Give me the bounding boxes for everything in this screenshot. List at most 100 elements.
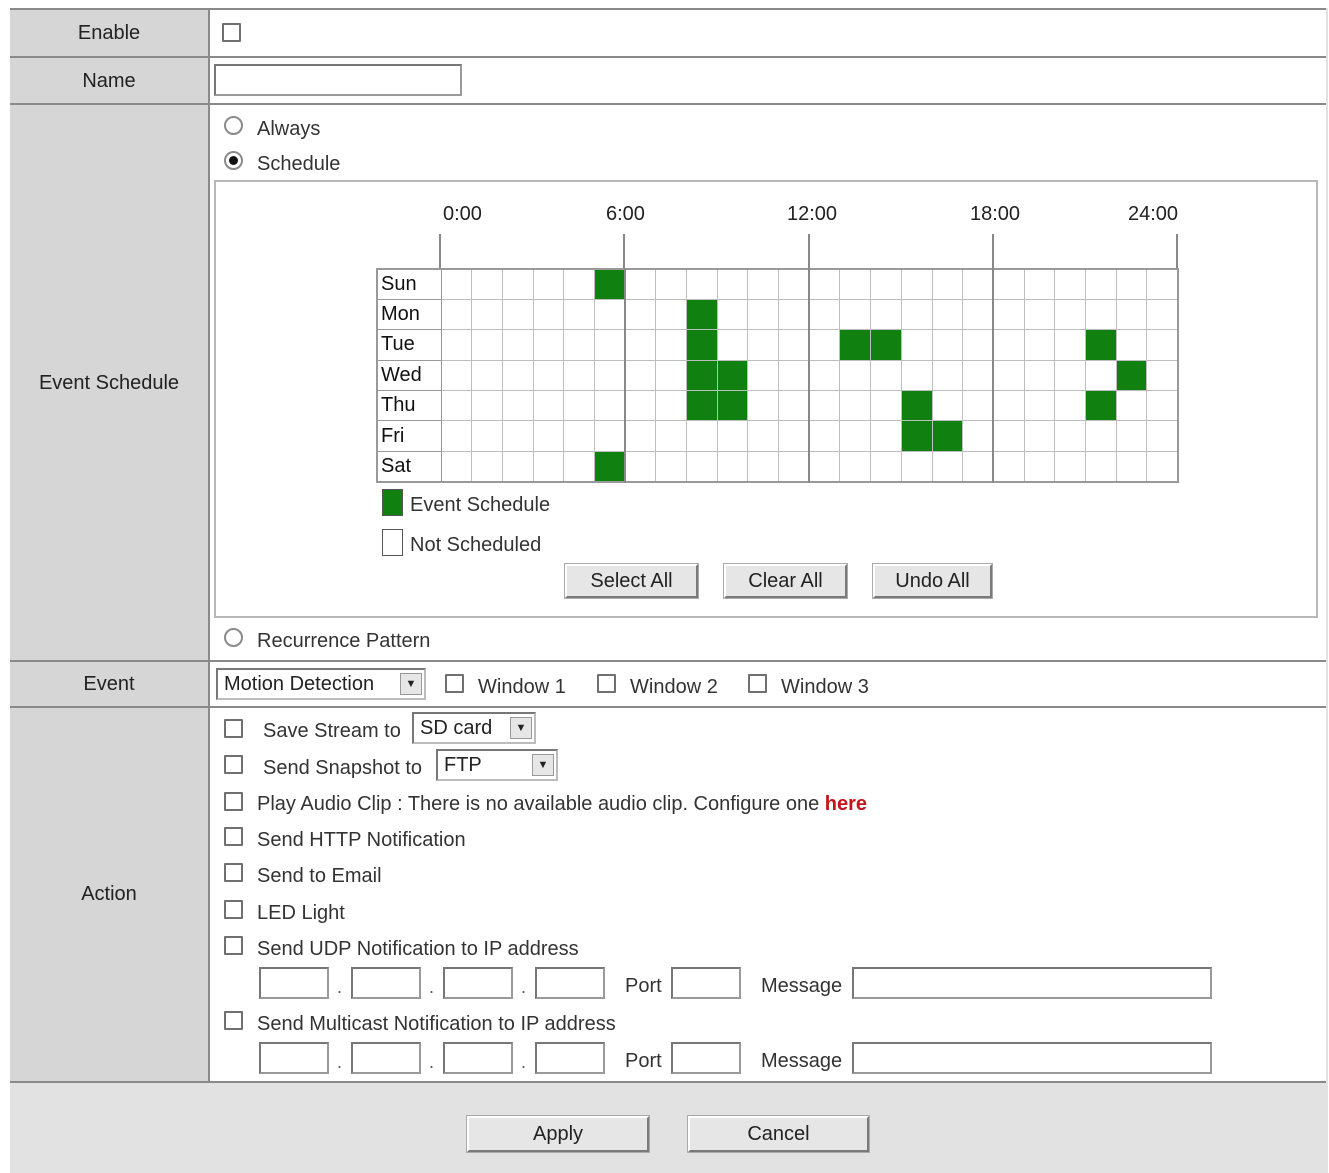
schedule-cell[interactable] <box>532 329 565 361</box>
schedule-cell[interactable] <box>1023 450 1056 483</box>
schedule-radio[interactable] <box>224 151 243 170</box>
schedule-cell[interactable] <box>808 450 841 483</box>
schedule-cell[interactable] <box>532 420 565 452</box>
window1-checkbox[interactable] <box>445 674 464 693</box>
schedule-cell[interactable] <box>563 298 595 331</box>
schedule-cell[interactable] <box>471 298 503 331</box>
schedule-cell[interactable] <box>870 268 902 300</box>
schedule-cell[interactable] <box>900 390 933 422</box>
schedule-cell[interactable] <box>501 298 534 331</box>
schedule-cell[interactable] <box>900 420 933 452</box>
schedule-cell[interactable] <box>501 420 534 452</box>
schedule-cell[interactable] <box>686 298 718 331</box>
schedule-cell[interactable] <box>1146 298 1178 331</box>
schedule-cell[interactable] <box>624 420 657 452</box>
schedule-cell[interactable] <box>931 390 964 422</box>
schedule-cell[interactable] <box>471 359 503 392</box>
schedule-cell[interactable] <box>962 268 994 300</box>
schedule-cell[interactable] <box>1146 420 1178 452</box>
schedule-cell[interactable] <box>870 329 902 361</box>
schedule-cell[interactable] <box>716 329 749 361</box>
schedule-cell[interactable] <box>992 329 1025 361</box>
schedule-cell[interactable] <box>1115 268 1148 300</box>
schedule-cell[interactable] <box>778 298 810 331</box>
schedule-cell[interactable] <box>839 390 872 422</box>
schedule-cell[interactable] <box>655 329 687 361</box>
schedule-cell[interactable] <box>839 329 872 361</box>
schedule-cell[interactable] <box>778 390 810 422</box>
schedule-cell[interactable] <box>931 268 964 300</box>
schedule-cell[interactable] <box>1054 450 1086 483</box>
schedule-cell[interactable] <box>1084 298 1117 331</box>
schedule-cell[interactable] <box>593 450 626 483</box>
schedule-cell[interactable] <box>962 298 994 331</box>
schedule-cell[interactable] <box>1115 298 1148 331</box>
schedule-cell[interactable] <box>1115 390 1148 422</box>
schedule-cell[interactable] <box>992 298 1025 331</box>
schedule-cell[interactable] <box>931 420 964 452</box>
schedule-cell[interactable] <box>1054 268 1086 300</box>
udp-ip-octet-2[interactable] <box>351 967 421 999</box>
schedule-cell[interactable] <box>686 390 718 422</box>
schedule-cell[interactable] <box>992 420 1025 452</box>
udp-notification-checkbox[interactable] <box>224 936 243 955</box>
save-stream-checkbox[interactable] <box>224 719 243 738</box>
schedule-cell[interactable] <box>931 450 964 483</box>
schedule-cell[interactable] <box>716 298 749 331</box>
schedule-cell[interactable] <box>471 390 503 422</box>
schedule-cell[interactable] <box>839 359 872 392</box>
schedule-cell[interactable] <box>992 268 1025 300</box>
recurrence-radio[interactable] <box>224 628 243 647</box>
schedule-cell[interactable] <box>992 359 1025 392</box>
schedule-cell[interactable] <box>1084 329 1117 361</box>
schedule-cell[interactable] <box>501 268 534 300</box>
schedule-cell[interactable] <box>686 420 718 452</box>
schedule-cell[interactable] <box>778 268 810 300</box>
schedule-cell[interactable] <box>1054 329 1086 361</box>
schedule-cell[interactable] <box>1023 359 1056 392</box>
schedule-cell[interactable] <box>563 268 595 300</box>
schedule-cell[interactable] <box>501 359 534 392</box>
schedule-cell[interactable] <box>931 359 964 392</box>
schedule-cell[interactable] <box>962 420 994 452</box>
schedule-cell[interactable] <box>900 450 933 483</box>
schedule-cell[interactable] <box>655 298 687 331</box>
schedule-cell[interactable] <box>747 268 780 300</box>
schedule-cell[interactable] <box>1023 390 1056 422</box>
udp-message-input[interactable] <box>852 967 1212 999</box>
chevron-down-icon[interactable]: ▼ <box>532 754 554 776</box>
schedule-cell[interactable] <box>716 390 749 422</box>
schedule-cell[interactable] <box>532 359 565 392</box>
schedule-cell[interactable] <box>532 298 565 331</box>
schedule-cell[interactable] <box>716 450 749 483</box>
schedule-cell[interactable] <box>686 359 718 392</box>
schedule-cell[interactable] <box>900 268 933 300</box>
schedule-cell[interactable] <box>1023 420 1056 452</box>
schedule-cell[interactable] <box>440 329 473 361</box>
schedule-cell[interactable] <box>471 268 503 300</box>
schedule-cell[interactable] <box>1115 329 1148 361</box>
schedule-cell[interactable] <box>1115 359 1148 392</box>
schedule-cell[interactable] <box>563 450 595 483</box>
schedule-cell[interactable] <box>992 390 1025 422</box>
schedule-cell[interactable] <box>471 329 503 361</box>
schedule-cell[interactable] <box>900 359 933 392</box>
schedule-cell[interactable] <box>1146 450 1178 483</box>
schedule-cell[interactable] <box>1054 359 1086 392</box>
schedule-cell[interactable] <box>624 390 657 422</box>
schedule-cell[interactable] <box>563 359 595 392</box>
schedule-cell[interactable] <box>1023 268 1056 300</box>
schedule-cell[interactable] <box>778 329 810 361</box>
schedule-cell[interactable] <box>686 268 718 300</box>
multicast-notification-checkbox[interactable] <box>224 1011 243 1030</box>
multicast-ip-octet-4[interactable] <box>535 1042 605 1074</box>
schedule-cell[interactable] <box>1146 359 1178 392</box>
chevron-down-icon[interactable]: ▼ <box>400 673 422 695</box>
schedule-cell[interactable] <box>440 450 473 483</box>
schedule-cell[interactable] <box>440 359 473 392</box>
schedule-cell[interactable] <box>839 268 872 300</box>
led-light-checkbox[interactable] <box>224 900 243 919</box>
schedule-cell[interactable] <box>992 450 1025 483</box>
schedule-cell[interactable] <box>655 268 687 300</box>
schedule-cell[interactable] <box>931 329 964 361</box>
